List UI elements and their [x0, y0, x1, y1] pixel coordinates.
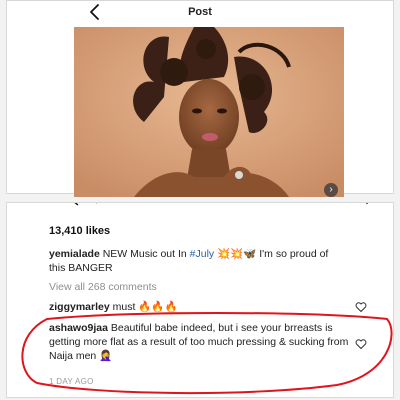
comment-item: ashawo9jaa Beautiful babe indeed, but i …	[49, 321, 349, 363]
bookmark-icon[interactable]	[359, 202, 375, 211]
likes-count[interactable]: 13,410 likes	[49, 225, 110, 237]
post-photo[interactable]: ›	[74, 27, 344, 197]
post-header: Post	[7, 1, 393, 25]
caption-hashtag[interactable]: #July	[190, 248, 215, 260]
post-caption: yemialade NEW Music out In #July 💥💥🦋 I'm…	[49, 247, 347, 275]
post-details-panel: 13,410 likes yemialade NEW Music out In …	[6, 202, 394, 398]
comment-like-heart-icon[interactable]	[355, 301, 367, 313]
post-media-panel: Post ›	[6, 0, 394, 197]
like-heart-icon[interactable]	[41, 202, 57, 211]
share-icon[interactable]	[89, 202, 105, 211]
action-bar	[7, 202, 393, 213]
page-title: Post	[188, 6, 212, 18]
comment-text: must 🔥🔥🔥	[109, 301, 178, 313]
comment-username[interactable]: ashawo9jaa	[49, 322, 108, 334]
comment-item: ziggymarley must 🔥🔥🔥	[49, 300, 349, 314]
post-timestamp: 1 DAY AGO	[49, 377, 94, 386]
carousel-next-icon[interactable]: ›	[324, 183, 338, 197]
comment-like-heart-icon[interactable]	[355, 338, 367, 350]
comment-icon[interactable]	[65, 202, 81, 211]
portrait-image	[74, 27, 344, 197]
caption-username[interactable]: yemialade	[49, 248, 100, 260]
comment-username[interactable]: ziggymarley	[49, 301, 110, 313]
view-all-comments-link[interactable]: View all 268 comments	[49, 281, 157, 293]
caption-text: NEW Music out In	[99, 248, 190, 260]
